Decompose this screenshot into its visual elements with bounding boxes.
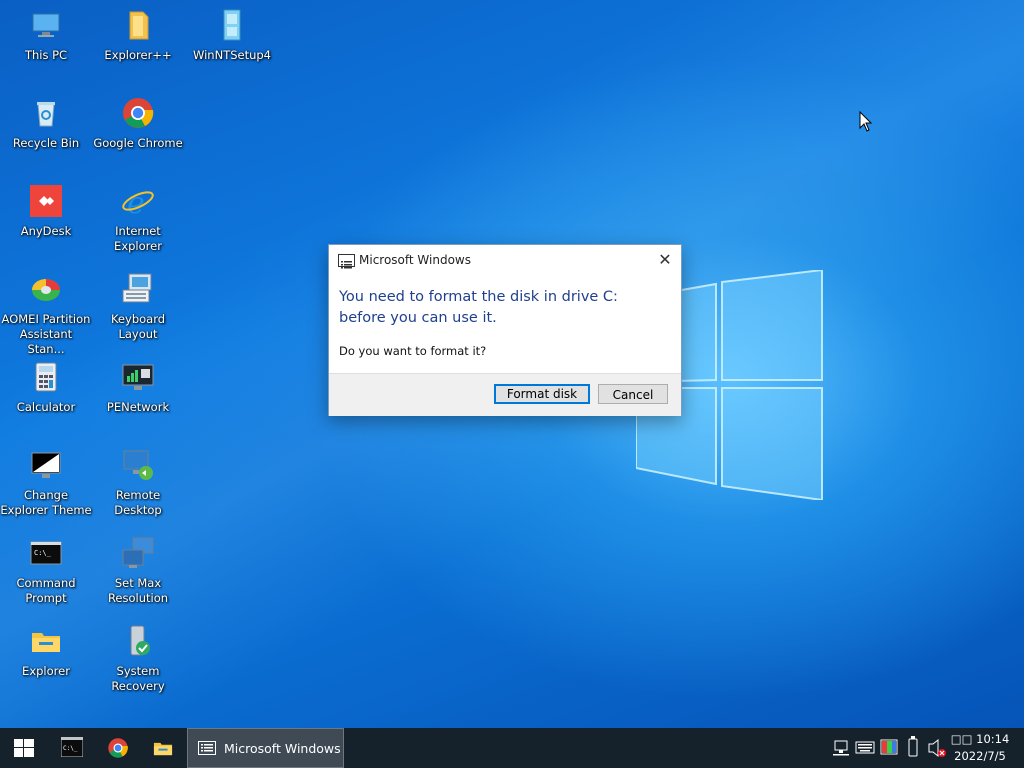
windows-start-icon [14, 739, 34, 757]
system-clock[interactable]: □□ 10:14 2022/7/5 [950, 731, 1010, 765]
desktop-icon-recycle-bin[interactable]: Recycle Bin [0, 92, 92, 176]
desktop-icon-penetwork[interactable]: PENetwork [92, 356, 184, 440]
color-display-tray-icon[interactable] [880, 728, 898, 768]
resolution-icon [122, 537, 154, 568]
desktop-icon-label: Explorer++ [104, 48, 172, 62]
svg-text:C:\_: C:\_ [34, 549, 52, 557]
theme-icon [31, 452, 61, 478]
desktop-icon-keyboard-layout[interactable]: Keyboard Layout [92, 268, 184, 352]
recycle-bin-icon [37, 102, 55, 127]
desktop-icon-aomei[interactable]: AOMEI Partition Assistant Stan... [0, 268, 92, 356]
desktop-icon-label: WinNTSetup4 [192, 48, 272, 62]
remote-desktop-icon [123, 450, 153, 480]
taskbar: C:\_ Microsoft Windows □□ 10:14 2022/7/5 [0, 728, 1024, 768]
desktop-icon-winntsetup4[interactable]: WinNTSetup4 [186, 4, 278, 88]
taskbar-cmd[interactable]: C:\_ [50, 728, 96, 768]
taskbar-chrome[interactable] [96, 728, 142, 768]
dialog-body: You need to format the disk in drive C: … [329, 275, 681, 373]
recovery-icon [130, 625, 150, 656]
desktop-icon-label: AOMEI Partition Assistant Stan... [1, 312, 91, 356]
taskbar-file-explorer[interactable] [141, 728, 187, 768]
desktop-icon-label: PENetwork [106, 400, 170, 414]
folder-icon [129, 11, 149, 40]
desktop-icon-label: Command Prompt [16, 576, 76, 605]
dialog-titlebar[interactable]: Microsoft Windows ✕ [329, 245, 681, 275]
winntsetup-icon [223, 9, 241, 41]
mouse-cursor-icon [859, 111, 873, 132]
desktop-icon-label: Google Chrome [93, 136, 183, 150]
clock-date: 2022/7/5 [954, 749, 1006, 763]
desktop-icon-anydesk[interactable]: AnyDesk [0, 180, 92, 264]
desktop-icon-label: Change Explorer Theme [0, 488, 92, 517]
clock-time: □□ 10:14 [950, 732, 1010, 746]
desktop-icon-label: Explorer [22, 664, 70, 678]
desktop-icon-label: Keyboard Layout [110, 312, 166, 341]
aomei-icon [32, 279, 60, 301]
anydesk-icon [30, 185, 62, 217]
keyboard-tray-icon[interactable] [855, 728, 875, 768]
network-tray-icon[interactable] [832, 728, 850, 768]
dialog-button-bar: Format disk Cancel [329, 373, 681, 416]
format-disk-dialog: Microsoft Windows ✕ You need to format t… [328, 244, 682, 416]
window-app-icon [338, 254, 355, 269]
dialog-question: Do you want to format it? [339, 344, 487, 358]
desktop-icon-label: Internet Explorer [114, 224, 162, 253]
desktop-icon-set-max-resolution[interactable]: Set Max Resolution [92, 532, 184, 616]
volume-muted-icon[interactable] [927, 728, 947, 768]
desktop-icon-label: Recycle Bin [12, 136, 80, 150]
desktop-icon-remote-desktop[interactable]: Remote Desktop [92, 444, 184, 528]
desktop-icon-calculator[interactable]: Calculator [0, 356, 92, 440]
desktop-icon-label: This PC [24, 48, 68, 62]
taskbar-active-window[interactable]: Microsoft Windows [187, 728, 344, 768]
svg-text:e: e [127, 186, 145, 218]
desktop-icon-change-theme[interactable]: Change Explorer Theme [0, 444, 92, 528]
desktop-icon-label: Calculator [16, 400, 76, 414]
desktop-icon-label: System Recovery [111, 664, 165, 693]
svg-text:C:\_: C:\_ [63, 745, 78, 752]
keyboard-icon [122, 273, 152, 303]
desktop-icon-system-recovery[interactable]: System Recovery [92, 620, 184, 704]
dialog-title: Microsoft Windows [359, 253, 471, 267]
calculator-icon [35, 362, 57, 392]
cancel-button[interactable]: Cancel [598, 384, 668, 404]
explorer-folder-icon [153, 742, 173, 756]
desktop-icon-label: AnyDesk [20, 224, 72, 238]
desktop-icon-this-pc[interactable]: This PC [0, 4, 92, 88]
desktop-icon-label: Set Max Resolution [107, 576, 169, 605]
dialog-main-instruction: You need to format the disk in drive C: … [339, 289, 618, 326]
taskbar-window-label: Microsoft Windows [224, 741, 341, 756]
format-disk-button[interactable]: Format disk [494, 384, 590, 404]
window-app-icon [198, 741, 216, 755]
desktop-icon-internet-explorer[interactable]: e Internet Explorer [92, 180, 184, 264]
start-button[interactable] [0, 728, 48, 768]
desktop-icon-label: Remote Desktop [114, 488, 162, 517]
cmd-icon: C:\_ [30, 541, 62, 565]
explorer-folder-icon [32, 633, 60, 652]
this-pc-icon [32, 13, 60, 37]
close-icon[interactable]: ✕ [649, 245, 681, 275]
network-icon [122, 364, 154, 390]
desktop-icon-explorer-plus-plus[interactable]: Explorer++ [92, 4, 184, 88]
desktop-icon-google-chrome[interactable]: Google Chrome [92, 92, 184, 176]
internet-explorer-icon: e [122, 186, 154, 221]
desktop-icon-command-prompt[interactable]: C:\_ Command Prompt [0, 532, 92, 616]
desktop-icon-explorer[interactable]: Explorer [0, 620, 92, 704]
chrome-icon [123, 98, 154, 128]
cmd-icon: C:\_ [61, 737, 83, 757]
usb-tray-icon[interactable] [905, 728, 921, 768]
chrome-icon [108, 738, 128, 758]
